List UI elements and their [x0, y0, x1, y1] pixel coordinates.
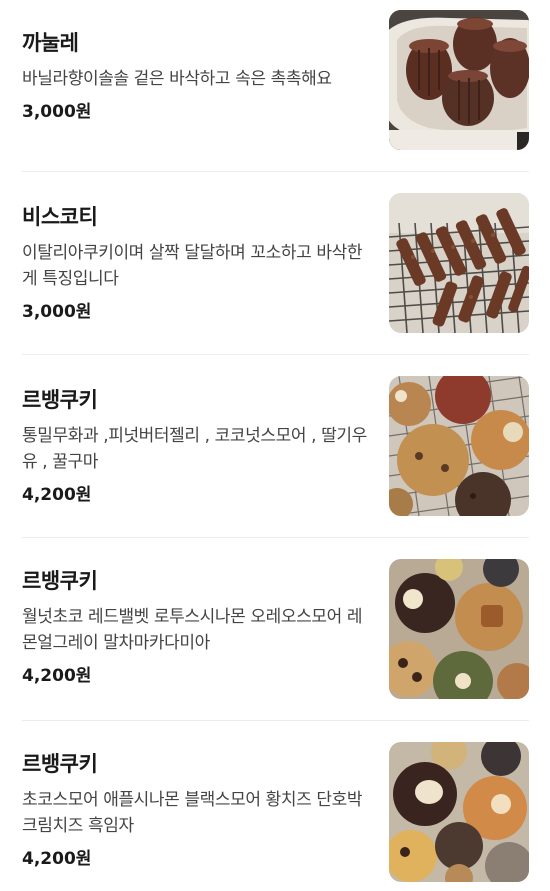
menu-item-price: 4,200원: [22, 849, 92, 869]
menu-item-levain-cookie-3[interactable]: 르뱅쿠키 초코스모어 애플시나몬 블랙스모어 황치즈 단호박크림치즈 흑임자 4…: [0, 721, 550, 891]
menu-item-description: 이탈리아쿠키이며 살짝 달달하며 꼬소하고 바삭한게 특징입니다: [22, 243, 363, 289]
menu-item-text: 르뱅쿠키 초코스모어 애플시나몬 블랙스모어 황치즈 단호박크림치즈 흑임자 4…: [22, 751, 367, 871]
menu-item-name: 르뱅쿠키: [22, 388, 98, 412]
menu-item-price: 4,200원: [22, 485, 92, 505]
menu-item-levain-cookie-1[interactable]: 르뱅쿠키 통밀무화과 ,피넛버터젤리 , 코코넛스모어 , 딸기우유 , 꿀구마…: [0, 355, 550, 537]
menu-item-description: 통밀무화과 ,피넛버터젤리 , 코코넛스모어 , 딸기우유 , 꿀구마: [22, 426, 367, 472]
menu-item-text: 까눌레 바닐라향이솔솔 겉은 바삭하고 속은 촉촉해요 3,000원: [22, 30, 367, 124]
menu-item-text: 르뱅쿠키 월넛초코 레드밸벳 로투스시나몬 오레오스모어 레몬얼그레이 말차마카…: [22, 568, 367, 688]
levain-cookie-photo[interactable]: [389, 742, 529, 882]
biscotti-photo[interactable]: [389, 193, 529, 333]
menu-item-description: 바닐라향이솔솔 겉은 바삭하고 속은 촉촉해요: [22, 69, 332, 89]
menu-item-canele[interactable]: 까눌레 바닐라향이솔솔 겉은 바삭하고 속은 촉촉해요 3,000원: [0, 0, 550, 170]
menu-item-price: 3,000원: [22, 302, 92, 322]
levain-cookie-photo[interactable]: [389, 559, 529, 699]
menu-item-name: 비스코티: [22, 205, 98, 229]
menu-item-name: 까눌레: [22, 31, 79, 55]
menu-item-levain-cookie-2[interactable]: 르뱅쿠키 월넛초코 레드밸벳 로투스시나몬 오레오스모어 레몬얼그레이 말차마카…: [0, 538, 550, 720]
menu-item-name: 르뱅쿠키: [22, 569, 98, 593]
menu-item-text: 비스코티 이탈리아쿠키이며 살짝 달달하며 꼬소하고 바삭한게 특징입니다 3,…: [22, 204, 367, 324]
menu-item-text: 르뱅쿠키 통밀무화과 ,피넛버터젤리 , 코코넛스모어 , 딸기우유 , 꿀구마…: [22, 387, 367, 507]
menu-item-description: 월넛초코 레드밸벳 로투스시나몬 오레오스모어 레몬얼그레이 말차마카다미아: [22, 607, 363, 653]
menu-item-price: 3,000원: [22, 102, 92, 122]
menu-item-biscotti[interactable]: 비스코티 이탈리아쿠키이며 살짝 달달하며 꼬소하고 바삭한게 특징입니다 3,…: [0, 172, 550, 354]
menu-item-name: 르뱅쿠키: [22, 752, 98, 776]
menu-item-price: 4,200원: [22, 666, 92, 686]
canele-photo[interactable]: [389, 10, 529, 150]
menu-item-description: 초코스모어 애플시나몬 블랙스모어 황치즈 단호박크림치즈 흑임자: [22, 790, 363, 836]
levain-cookie-photo[interactable]: [389, 376, 529, 516]
